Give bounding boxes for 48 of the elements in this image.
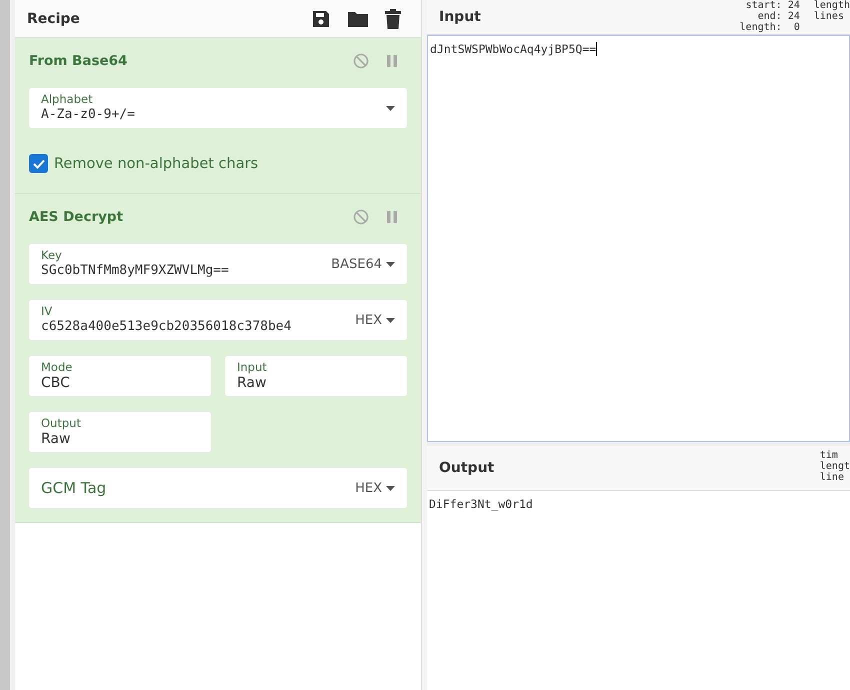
input-field[interactable]: IV c6528a400e513e9cb20356018c378be4 HEX	[29, 300, 407, 340]
input-text: dJntSWSPWbWocAq4yjBP5Q==	[430, 42, 598, 56]
field-value: A-Za-z0-9+/=	[41, 106, 136, 124]
operation-title: AES Decrypt	[29, 209, 124, 225]
trash-icon[interactable]	[385, 8, 401, 28]
select-field[interactable]: Input Raw	[225, 356, 407, 396]
caret-icon	[386, 262, 395, 266]
operation-title: From Base64	[29, 53, 128, 69]
checkbox-label: Remove non-alphabet chars	[54, 156, 258, 172]
field-value: CBC	[41, 374, 71, 392]
dropdown-field[interactable]: Alphabet A-Za-z0-9+/=	[29, 88, 407, 128]
input-field[interactable]: Key SGc0bTNfMm8yMF9XZWVLMg== BASE64	[29, 244, 407, 284]
stat-text: lengt	[820, 461, 850, 472]
check-icon	[32, 158, 44, 168]
field-value: Raw	[237, 374, 268, 392]
recipe-title: Recipe	[27, 10, 81, 26]
format-dropdown[interactable]: HEX	[355, 312, 395, 328]
stat-text: lines	[814, 11, 844, 22]
format-dropdown[interactable]: HEX	[355, 480, 395, 496]
field-label: Input	[237, 360, 268, 374]
field-value: c6528a400e513e9cb20356018c378be4	[41, 318, 292, 336]
stat-text: end: 24	[758, 11, 800, 22]
checkbox[interactable]	[29, 154, 48, 173]
field-label: IV	[41, 304, 54, 318]
field-label: Output	[41, 416, 82, 430]
input-field[interactable]: GCM Tag HEX	[29, 468, 407, 508]
field-label: Key	[41, 248, 63, 262]
field-label: Alphabet	[41, 92, 94, 106]
stat-text: line	[820, 472, 844, 483]
caret-icon	[386, 318, 395, 322]
field-value: Raw	[41, 430, 72, 448]
panel-title: Output	[439, 460, 496, 476]
output-text: DiFfer3Nt_w0r1d	[429, 497, 533, 511]
field-label: GCM Tag	[41, 479, 108, 497]
format-dropdown[interactable]: BASE64	[331, 256, 395, 272]
save-icon[interactable]	[311, 8, 331, 28]
select-field[interactable]: Output Raw	[29, 412, 211, 452]
field-value: SGc0bTNfMm8yMF9XZWVLMg==	[41, 262, 230, 280]
stat-text: tim	[820, 450, 838, 461]
folder-icon[interactable]	[347, 10, 369, 28]
stat-text: start: 24	[746, 0, 800, 11]
field-label: Mode	[41, 360, 74, 374]
stat-text: length: 0	[740, 22, 800, 33]
caret-icon	[386, 106, 395, 110]
stat-text: length	[814, 0, 850, 11]
panel-title: Input	[439, 9, 482, 25]
caret-icon	[386, 486, 395, 490]
select-field[interactable]: Mode CBC	[29, 356, 211, 396]
